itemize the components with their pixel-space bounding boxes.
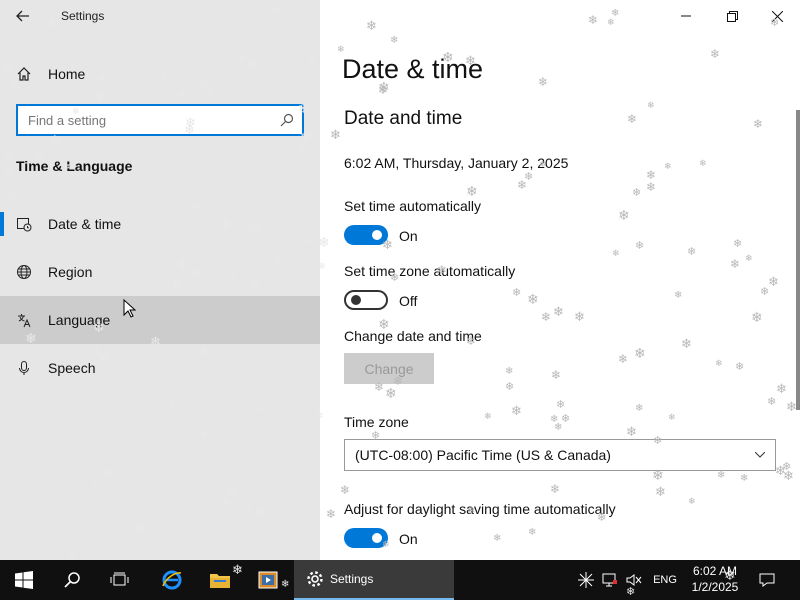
- photos-app-button[interactable]: [244, 560, 292, 600]
- taskbar-app-label: Settings: [330, 572, 374, 586]
- microphone-icon: [0, 360, 48, 376]
- home-nav-item[interactable]: Home: [0, 54, 320, 94]
- notification-icon: [759, 573, 775, 587]
- sidebar-item-region[interactable]: Region: [0, 248, 320, 296]
- set-timezone-auto-toggle[interactable]: [344, 290, 388, 310]
- taskbar-clock[interactable]: 6:02 AM 1/2/2025: [685, 563, 745, 595]
- sidebar-item-label: Speech: [48, 360, 96, 376]
- set-timezone-auto-label: Set time zone automatically: [344, 263, 516, 279]
- change-date-time-label: Change date and time: [344, 328, 482, 344]
- network-icon: [578, 572, 594, 588]
- chevron-down-icon: [755, 452, 765, 458]
- minimize-button[interactable]: [663, 0, 709, 32]
- vertical-scrollbar[interactable]: [796, 110, 800, 410]
- daylight-saving-label: Adjust for daylight saving time automati…: [344, 501, 616, 517]
- taskbar: Settings ENG 6:02 AM 1/2/2025: [0, 560, 800, 600]
- search-icon: [64, 572, 80, 588]
- sidebar-item-speech[interactable]: Speech: [0, 344, 320, 392]
- current-datetime: 6:02 AM, Thursday, January 2, 2025: [344, 155, 569, 171]
- window-title: Settings: [61, 9, 105, 23]
- search-taskbar-button[interactable]: [48, 560, 96, 600]
- start-button[interactable]: [0, 560, 48, 600]
- volume-muted-icon: [626, 574, 642, 586]
- monitor-icon: [602, 573, 617, 587]
- clock-time: 6:02 AM: [692, 564, 738, 578]
- file-explorer-button[interactable]: [196, 560, 244, 600]
- gear-icon: [307, 571, 323, 587]
- set-time-auto-state: On: [399, 228, 418, 244]
- windows-logo-icon: [15, 571, 33, 589]
- clock-date: 1/2/2025: [691, 580, 739, 594]
- mouse-cursor-icon: [123, 299, 137, 318]
- search-icon: [272, 113, 302, 127]
- restore-button[interactable]: [709, 0, 755, 32]
- time-zone-label: Time zone: [344, 414, 409, 430]
- minimize-icon: [681, 15, 691, 17]
- volume-tray-button[interactable]: [624, 560, 644, 600]
- section-title: Time & Language: [16, 158, 133, 174]
- task-view-icon: [110, 572, 129, 586]
- time-zone-dropdown[interactable]: (UTC-08:00) Pacific Time (US & Canada): [344, 439, 776, 471]
- time-zone-value: (UTC-08:00) Pacific Time (US & Canada): [355, 447, 611, 463]
- edge-browser-button[interactable]: [148, 560, 196, 600]
- language-indicator: ENG: [653, 574, 677, 586]
- daylight-saving-toggle[interactable]: [344, 528, 388, 548]
- close-button[interactable]: [754, 0, 800, 32]
- set-timezone-auto-state: Off: [399, 293, 418, 309]
- set-time-auto-toggle[interactable]: [344, 225, 388, 245]
- calendar-clock-icon: [0, 216, 48, 232]
- home-icon: [0, 66, 48, 82]
- section-heading: Date and time: [344, 108, 463, 129]
- back-arrow-icon: [16, 10, 29, 22]
- network-tray-button[interactable]: [576, 560, 596, 600]
- settings-taskbar-button[interactable]: Settings: [294, 560, 454, 600]
- globe-icon: [0, 264, 48, 280]
- set-time-auto-label: Set time automatically: [344, 198, 481, 214]
- home-label: Home: [48, 66, 86, 82]
- change-button[interactable]: Change: [344, 353, 434, 384]
- sidebar-item-label: Region: [48, 264, 93, 280]
- input-language-button[interactable]: ENG: [650, 560, 680, 600]
- display-tray-button[interactable]: [600, 560, 620, 600]
- search-input[interactable]: [18, 106, 272, 134]
- restore-icon: [726, 10, 738, 22]
- task-view-button[interactable]: [96, 560, 144, 600]
- folder-icon: [210, 574, 230, 588]
- daylight-saving-state: On: [399, 531, 418, 547]
- sidebar-item-date-time[interactable]: Date & time: [0, 200, 320, 248]
- settings-sidebar: Settings Home Time & Language Date & tim…: [0, 0, 320, 560]
- action-center-button[interactable]: [752, 560, 782, 600]
- back-button[interactable]: [0, 0, 46, 32]
- internet-explorer-icon: [162, 570, 182, 590]
- media-player-icon: [258, 571, 278, 589]
- close-icon: [771, 10, 783, 22]
- settings-content: Date & time Date and time 6:02 AM, Thurs…: [320, 0, 800, 560]
- sidebar-item-label: Language: [48, 312, 111, 328]
- page-title: Date & time: [342, 54, 484, 84]
- sidebar-item-label: Date & time: [48, 216, 122, 232]
- search-box[interactable]: [16, 104, 304, 136]
- language-icon: [0, 312, 48, 328]
- sidebar-item-language[interactable]: Language: [0, 296, 320, 344]
